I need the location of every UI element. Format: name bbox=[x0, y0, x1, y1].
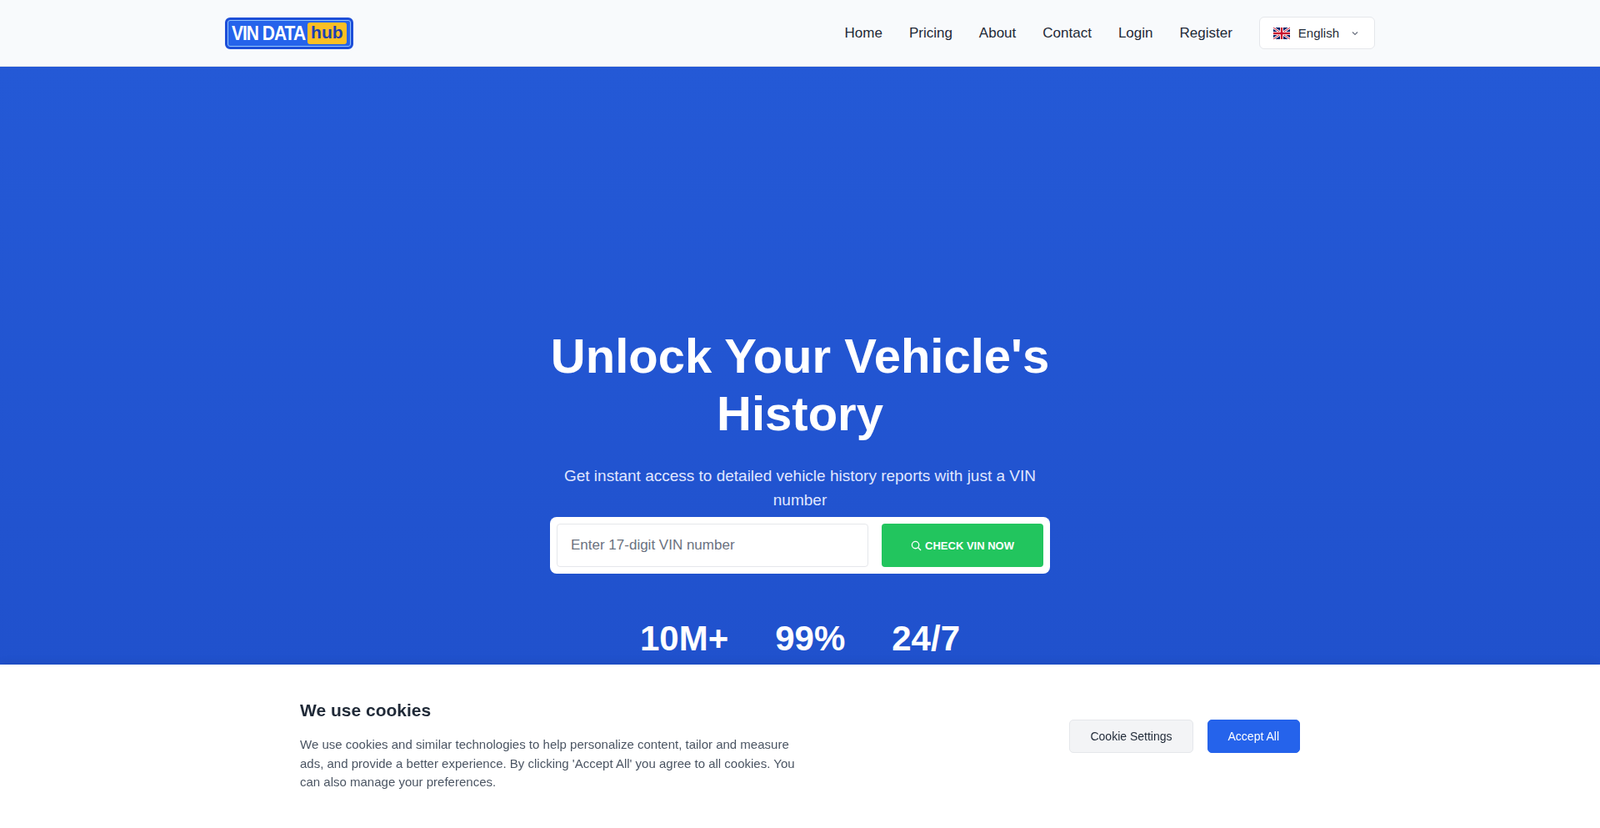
cookie-title: We use cookies bbox=[300, 700, 809, 720]
language-select[interactable]: English bbox=[1259, 16, 1375, 50]
cookie-banner: We use cookies We use cookies and similar… bbox=[0, 664, 1600, 828]
vin-search: CHECK VIN NOW bbox=[550, 516, 1050, 574]
uk-flag-icon bbox=[1273, 27, 1290, 40]
search-icon bbox=[910, 540, 922, 551]
hero-subtitle: Get instant access to detailed vehicle h… bbox=[550, 463, 1050, 512]
nav-link[interactable]: Home bbox=[845, 25, 883, 42]
hero-title: Unlock Your Vehicle's History bbox=[533, 326, 1067, 442]
cookie-button[interactable]: Accept All bbox=[1207, 719, 1300, 753]
nav-link[interactable]: Pricing bbox=[909, 25, 953, 42]
cookie-text: We use cookies and similar technologies … bbox=[300, 735, 809, 792]
vin-input[interactable] bbox=[556, 523, 869, 567]
check-vin-label: CHECK VIN NOW bbox=[925, 539, 1015, 552]
logo[interactable]: VIN DATAhub bbox=[225, 17, 354, 50]
header: VIN DATAhub Home Pricing About Contact Login R… bbox=[0, 0, 1600, 67]
language-label: English bbox=[1298, 25, 1340, 40]
chevron-down-icon bbox=[1350, 29, 1360, 38]
stats: 10M+ 99% 24/7 bbox=[640, 618, 960, 659]
stat-value: 99% bbox=[775, 618, 845, 659]
nav-link[interactable]: Contact bbox=[1042, 25, 1092, 42]
stat-value: 24/7 bbox=[891, 618, 960, 659]
page: VIN DATAhub Home Pricing About Contact Login R… bbox=[0, 0, 1600, 828]
nav-link[interactable]: Register bbox=[1179, 25, 1232, 42]
nav-link[interactable]: Login bbox=[1118, 25, 1154, 42]
nav-link[interactable]: About bbox=[979, 25, 1016, 42]
logo-accent: hub bbox=[307, 22, 346, 45]
check-vin-button[interactable]: CHECK VIN NOW bbox=[881, 523, 1044, 567]
stat-value: 10M+ bbox=[640, 618, 729, 659]
logo-main: VIN DATA bbox=[231, 21, 305, 45]
cookie-button[interactable]: Cookie Settings bbox=[1069, 719, 1193, 753]
nav: Home Pricing About Contact Login Register Engl… bbox=[845, 16, 1375, 50]
